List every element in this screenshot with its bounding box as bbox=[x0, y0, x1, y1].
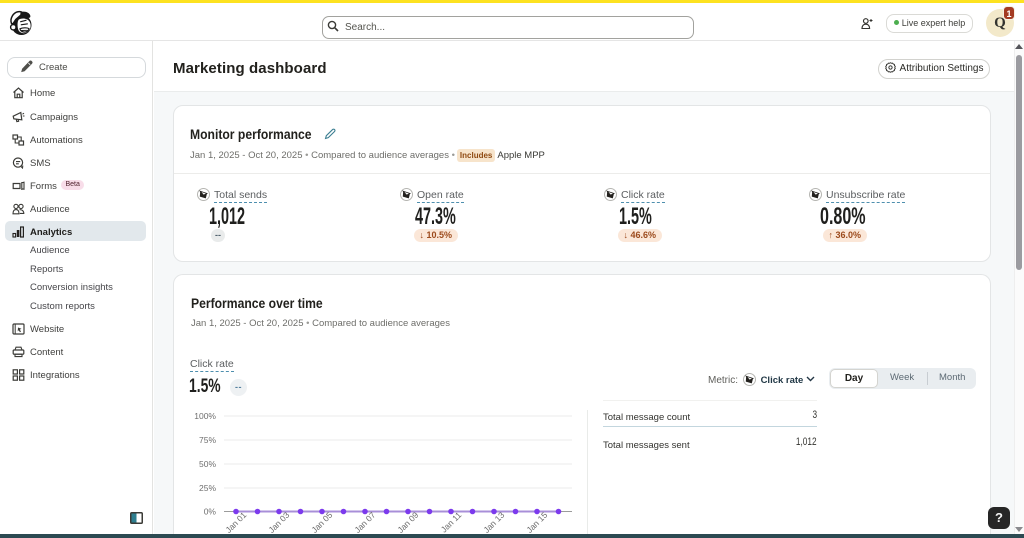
svg-text:0%: 0% bbox=[204, 507, 217, 517]
svg-text:50%: 50% bbox=[199, 459, 216, 469]
svg-text:25%: 25% bbox=[199, 483, 216, 493]
svg-text:75%: 75% bbox=[199, 435, 216, 445]
svg-text:100%: 100% bbox=[194, 411, 216, 421]
